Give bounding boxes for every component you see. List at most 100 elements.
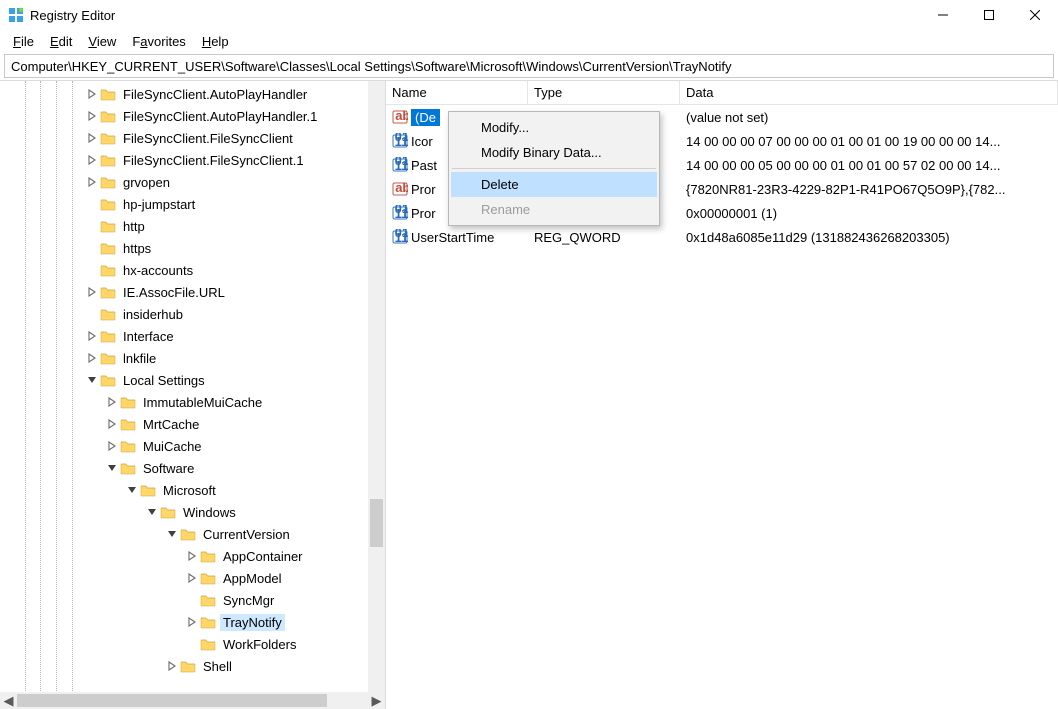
tree-item-label: FileSyncClient.AutoPlayHandler [120,86,310,103]
tree-item[interactable]: MrtCache [0,413,385,435]
expander-icon[interactable] [84,111,100,121]
menu-favorites[interactable]: Favorites [125,32,192,51]
scroll-right-arrow[interactable]: ▶ [368,692,385,709]
tree-item[interactable]: lnkfile [0,347,385,369]
tree-item[interactable]: Software [0,457,385,479]
expander-icon[interactable] [164,529,180,539]
expander-icon[interactable] [84,155,100,165]
tree-item[interactable]: FileSyncClient.AutoPlayHandler.1 [0,105,385,127]
horizontal-scroll-thumb[interactable] [17,694,327,707]
expander-icon[interactable] [84,177,100,187]
tree-item[interactable]: WorkFolders [0,633,385,655]
app-icon [8,7,24,23]
minimize-button[interactable] [920,0,966,30]
value-name: Pror [411,206,436,221]
tree-item[interactable]: Windows [0,501,385,523]
tree-item[interactable]: hx-accounts [0,259,385,281]
tree-item[interactable]: FileSyncClient.FileSyncClient [0,127,385,149]
tree-item[interactable]: Interface [0,325,385,347]
tree-item[interactable]: insiderhub [0,303,385,325]
folder-icon [200,593,216,607]
folder-icon [100,329,116,343]
expander-icon[interactable] [84,89,100,99]
address-bar[interactable]: Computer\HKEY_CURRENT_USER\Software\Clas… [4,54,1054,78]
tree-item[interactable]: https [0,237,385,259]
tree-item-label: ImmutableMuiCache [140,394,265,411]
menu-view[interactable]: View [81,32,123,51]
list-header: Name Type Data [386,81,1058,105]
tree-item[interactable]: FileSyncClient.FileSyncClient.1 [0,149,385,171]
context-menu-rename[interactable]: Rename [451,197,657,222]
close-button[interactable] [1012,0,1058,30]
tree-horizontal-scrollbar[interactable]: ◀ ▶ [0,692,385,709]
value-type: REG_QWORD [528,230,680,245]
folder-icon [120,461,136,475]
expander-icon[interactable] [184,573,200,583]
vertical-scroll-thumb[interactable] [370,499,383,547]
expander-icon[interactable] [84,133,100,143]
expander-icon[interactable] [184,617,200,627]
tree-item[interactable]: http [0,215,385,237]
tree-item[interactable]: MuiCache [0,435,385,457]
tree-item[interactable]: AppModel [0,567,385,589]
tree-vertical-scrollbar[interactable] [368,81,385,692]
menu-file[interactable]: File [6,32,41,51]
menu-edit[interactable]: Edit [43,32,79,51]
tree-item-label: CurrentVersion [200,526,293,543]
folder-icon [120,439,136,453]
expander-icon[interactable] [84,287,100,297]
tree-item[interactable]: grvopen [0,171,385,193]
expander-icon[interactable] [164,661,180,671]
value-list-pane: Name Type Data ab(De(value not set)01111… [386,81,1058,709]
tree-item[interactable]: CurrentVersion [0,523,385,545]
context-menu-modify-binary[interactable]: Modify Binary Data... [451,140,657,165]
tree-item-label: WorkFolders [220,636,299,653]
folder-icon [200,571,216,585]
tree-item[interactable]: IE.AssocFile.URL [0,281,385,303]
expander-icon[interactable] [104,397,120,407]
tree-item[interactable]: ImmutableMuiCache [0,391,385,413]
tree-item-label: lnkfile [120,350,159,367]
tree-item[interactable]: Shell [0,655,385,677]
value-row[interactable]: 011110UserStartTimeREG_QWORD0x1d48a6085e… [386,225,1058,249]
tree-item-label: FileSyncClient.FileSyncClient [120,130,296,147]
column-type[interactable]: Type [528,81,680,104]
expander-icon[interactable] [184,551,200,561]
maximize-button[interactable] [966,0,1012,30]
main-split: FileSyncClient.AutoPlayHandler FileSyncCl… [0,80,1058,709]
expander-icon[interactable] [84,375,100,385]
tree-item[interactable]: SyncMgr [0,589,385,611]
window-controls [920,0,1058,30]
tree-item[interactable]: FileSyncClient.AutoPlayHandler [0,83,385,105]
column-name[interactable]: Name [386,81,528,104]
tree-item[interactable]: AppContainer [0,545,385,567]
expander-icon[interactable] [124,485,140,495]
context-menu-delete[interactable]: Delete [451,172,657,197]
expander-icon[interactable] [104,419,120,429]
folder-icon [200,615,216,629]
column-data[interactable]: Data [680,81,1058,104]
tree-item-label: AppContainer [220,548,306,565]
context-menu-modify[interactable]: Modify... [451,115,657,140]
tree-item[interactable]: TrayNotify [0,611,385,633]
value-name: Past [411,158,437,173]
folder-icon [100,175,116,189]
context-menu-separator [452,168,656,169]
folder-icon [100,263,116,277]
menu-help[interactable]: Help [195,32,236,51]
folder-icon [200,637,216,651]
expander-icon[interactable] [144,507,160,517]
expander-icon[interactable] [84,331,100,341]
scroll-left-arrow[interactable]: ◀ [0,692,17,709]
folder-icon [100,109,116,123]
tree-item[interactable]: Microsoft [0,479,385,501]
tree-item[interactable]: hp-jumpstart [0,193,385,215]
registry-tree[interactable]: FileSyncClient.AutoPlayHandler FileSyncCl… [0,81,385,709]
string-value-icon: ab [392,181,408,197]
expander-icon[interactable] [84,353,100,363]
value-data: {7820NR81-23R3-4229-82P1-R41PO67Q5O9P},{… [680,182,1058,197]
expander-icon[interactable] [104,441,120,451]
tree-item-label: Windows [180,504,239,521]
tree-item[interactable]: Local Settings [0,369,385,391]
expander-icon[interactable] [104,463,120,473]
